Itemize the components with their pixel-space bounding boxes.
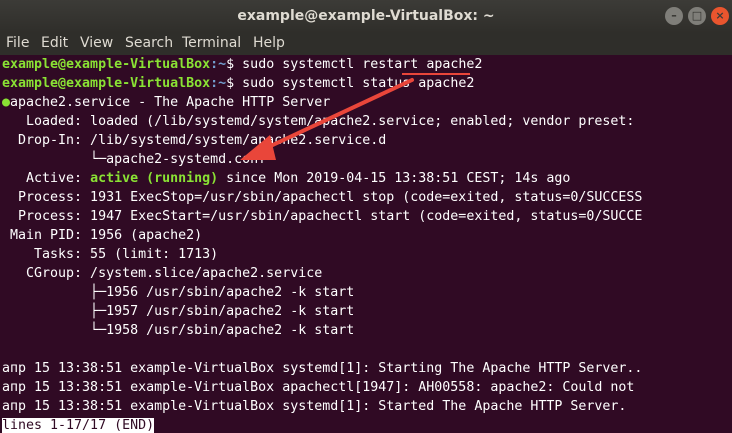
- terminal-window: example@example-VirtualBox: ~ – □ × File…: [0, 0, 732, 433]
- arrow-annotation-icon: [240, 78, 414, 160]
